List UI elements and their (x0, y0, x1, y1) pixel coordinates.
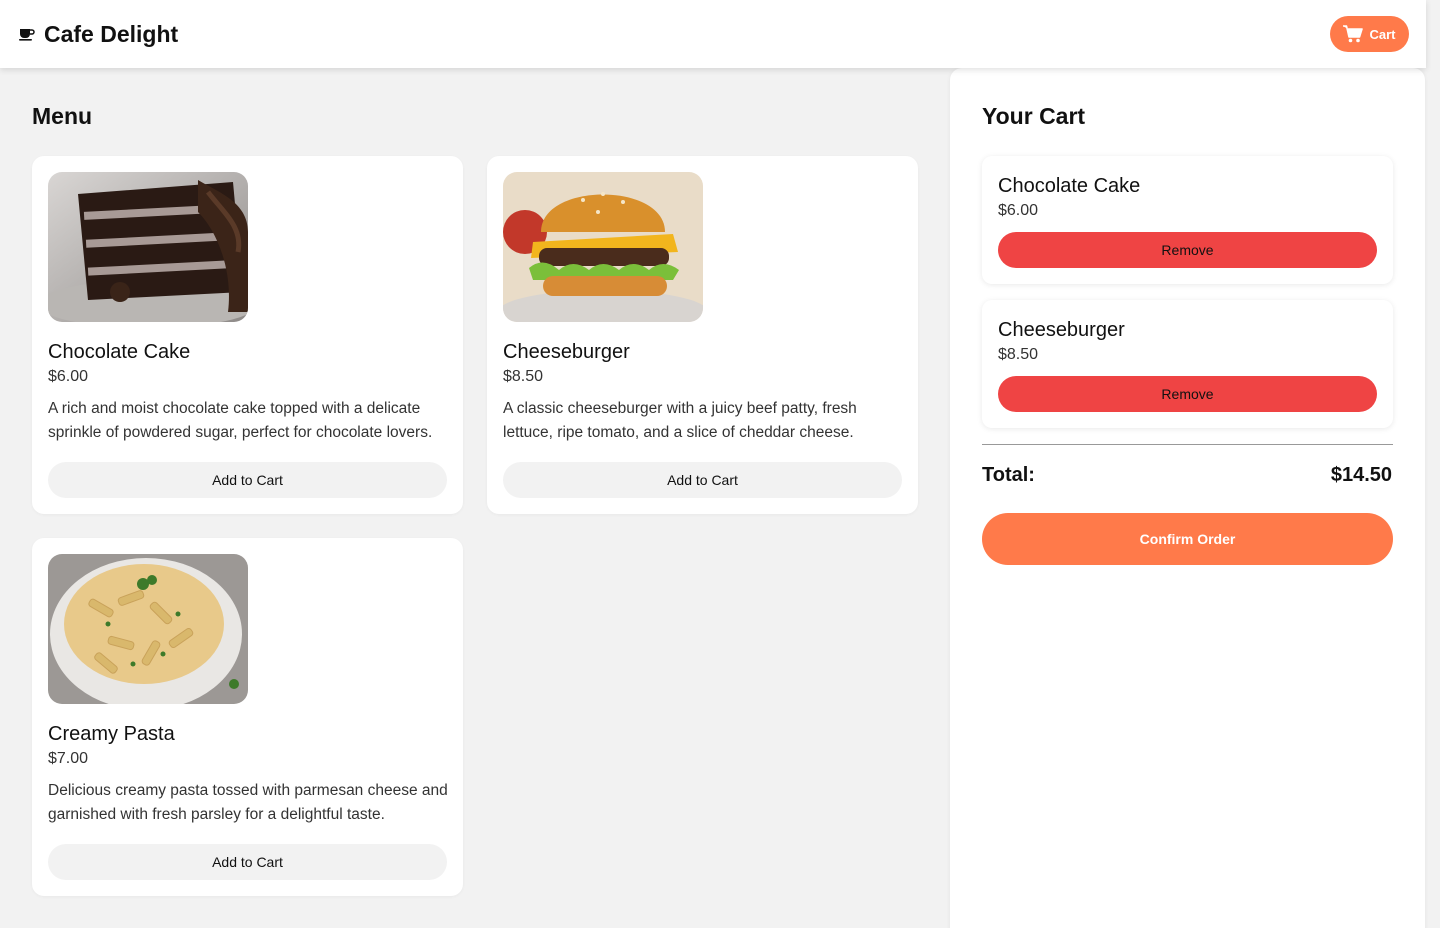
total-label: Total: (982, 464, 1035, 486)
cart-item-name: Cheeseburger (998, 319, 1125, 341)
menu-item-price: $6.00 (48, 368, 89, 385)
cart-item-price: $6.00 (998, 202, 1039, 219)
total-value: $14.50 (1330, 464, 1392, 486)
cart-panel: Your Cart Chocolate Cake $6.00 Remove Ch… (950, 68, 1425, 928)
app-title: Cafe Delight (44, 21, 179, 47)
menu-item-name: Cheeseburger (503, 341, 630, 363)
menu-item-name: Creamy Pasta (48, 723, 175, 745)
cart-heading: Your Cart (982, 103, 1086, 129)
cart-item: Cheeseburger $8.50 Remove (982, 300, 1393, 428)
menu-item-name: Chocolate Cake (48, 341, 191, 363)
remove-button[interactable]: Remove (998, 232, 1377, 268)
add-to-cart-button[interactable]: Add to Cart (48, 462, 447, 498)
cart-button-label: Cart (1369, 26, 1396, 42)
menu-item-card: Chocolate Cake $6.00 A rich and moist ch… (32, 156, 463, 514)
menu-item-description: Delicious creamy pasta tossed with parme… (48, 782, 448, 823)
menu-item-price: $7.00 (48, 750, 89, 767)
cart-item-price: $8.50 (998, 346, 1039, 363)
menu-item-description: A rich and moist chocolate cake topped w… (48, 400, 433, 441)
chocolate-cake-image (48, 172, 248, 322)
menu-item-description: A classic cheeseburger with a juicy beef… (503, 400, 857, 441)
menu-heading: Menu (32, 103, 93, 129)
menu-item-card: Cheeseburger $8.50 A classic cheeseburge… (487, 156, 918, 514)
page: Cafe Delight Cart Menu Chocolate Cake $6… (0, 0, 1440, 928)
scrollbar-track[interactable] (1426, 0, 1440, 928)
creamy-pasta-image (48, 554, 248, 704)
cart-divider (982, 444, 1393, 445)
menu-item-card: Creamy Pasta $7.00 Delicious creamy past… (32, 538, 463, 896)
remove-button[interactable]: Remove (998, 376, 1377, 412)
cart-item-name: Chocolate Cake (998, 175, 1141, 197)
add-to-cart-button[interactable]: Add to Cart (503, 462, 902, 498)
confirm-order-button[interactable]: Confirm Order (982, 513, 1393, 565)
app-header: Cafe Delight Cart (0, 0, 1426, 68)
shopping-cart-icon (1343, 25, 1364, 43)
header-cart-button[interactable]: Cart (1330, 16, 1409, 52)
add-to-cart-button[interactable]: Add to Cart (48, 844, 447, 880)
coffee-cup-icon (18, 25, 36, 43)
cheeseburger-image (503, 172, 703, 322)
menu-item-price: $8.50 (503, 368, 544, 385)
cart-item: Chocolate Cake $6.00 Remove (982, 156, 1393, 284)
brand[interactable]: Cafe Delight (18, 18, 178, 50)
